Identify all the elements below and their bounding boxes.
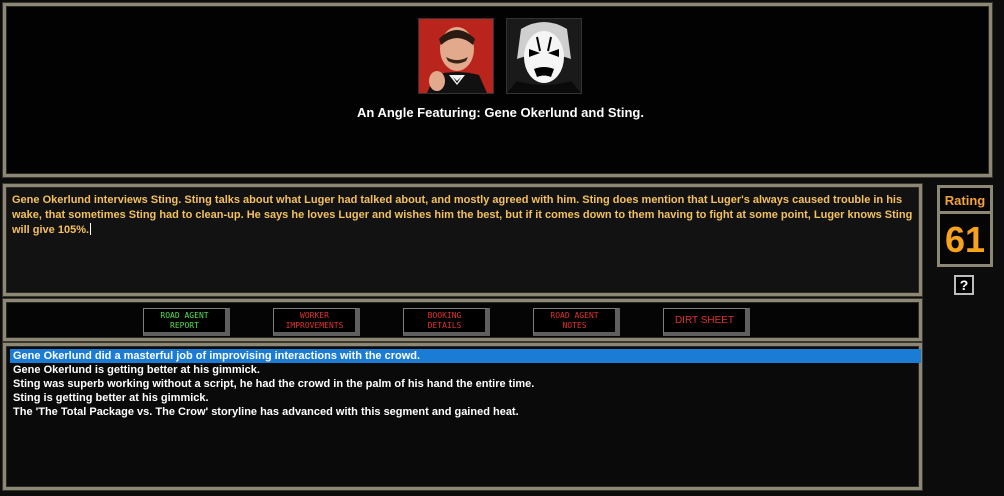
rating-box: Rating 61 [937,185,993,267]
gene-okerlund-portrait [418,18,494,94]
booking-details-button[interactable]: BOOKING DETAILS [403,308,490,336]
sting-portrait [506,18,582,94]
dirt-sheet-button[interactable]: DIRT SHEET [663,308,750,336]
road-agent-report-panel: Gene Okerlund did a masterful job of imp… [3,343,922,490]
report-list-item[interactable]: Gene Okerlund did a masterful job of imp… [10,349,921,363]
road-agent-report-button[interactable]: ROAD AGENT REPORT [143,308,230,336]
booking-details-label: BOOKING DETAILS [427,310,462,330]
report-list-item[interactable]: The 'The Total Package vs. The Crow' sto… [10,405,921,419]
road-agent-report-label: ROAD AGENT REPORT [160,310,209,330]
report-list-item[interactable]: Sting is getting better at his gimmick. [10,391,921,405]
angle-header-panel: An Angle Featuring: Gene Okerlund and St… [3,3,992,177]
report-list-item[interactable]: Sting was superb working without a scrip… [10,377,921,391]
report-list-item[interactable]: Gene Okerlund is getting better at his g… [10,363,921,377]
angle-title: An Angle Featuring: Gene Okerlund and St… [357,105,644,120]
worker-improvements-button[interactable]: WORKER IMPROVEMENTS [273,308,360,336]
text-caret [90,223,92,235]
help-button[interactable]: ? [954,275,974,295]
angle-description-text: Gene Okerlund interviews Sting. Sting ta… [12,194,913,236]
rating-value: 61 [944,219,986,260]
rating-label: Rating [940,191,990,214]
road-agent-notes-label: ROAD AGENT NOTES [550,310,599,330]
angle-description-textarea[interactable]: Gene Okerlund interviews Sting. Sting ta… [12,193,917,238]
worker-improvements-label: WORKER IMPROVEMENTS [285,310,344,330]
dirt-sheet-label: DIRT SHEET [674,314,735,326]
angle-description-panel[interactable]: Gene Okerlund interviews Sting. Sting ta… [3,184,922,296]
report-list[interactable]: Gene Okerlund did a masterful job of imp… [10,349,921,419]
road-agent-notes-button[interactable]: ROAD AGENT NOTES [533,308,620,336]
